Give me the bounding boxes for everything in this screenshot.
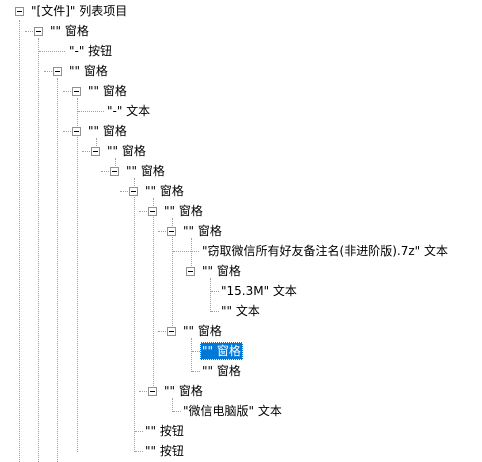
tree-connector bbox=[153, 198, 154, 392]
tree-connector bbox=[25, 31, 33, 32]
tree-connector bbox=[139, 211, 147, 212]
tree-connector bbox=[120, 191, 128, 192]
tree-connector bbox=[101, 171, 109, 172]
tree-node-text[interactable]: "微信电脑版" 文本 bbox=[181, 402, 284, 420]
tree-node-pane[interactable]: "" 窗格 bbox=[181, 222, 224, 240]
tree-node-pane[interactable]: "" 窗格 bbox=[181, 322, 224, 340]
tree-node-button[interactable]: "-" 按钮 bbox=[67, 42, 114, 60]
tree-connector bbox=[191, 338, 192, 372]
tree-node-text[interactable]: "15.3M" 文本 bbox=[219, 282, 299, 300]
collapse-toggle-icon[interactable] bbox=[110, 167, 119, 176]
tree-connector bbox=[63, 131, 71, 132]
collapse-toggle-icon[interactable] bbox=[167, 327, 176, 336]
tree-node-pane[interactable]: "" 窗格 bbox=[86, 82, 129, 100]
tree-node-pane[interactable]: "" 窗格 bbox=[162, 382, 205, 400]
tree-connector bbox=[192, 351, 200, 352]
tree-node-pane[interactable]: "" 窗格 bbox=[124, 162, 167, 180]
tree-connector bbox=[158, 331, 166, 332]
tree-node-text[interactable]: "-" 文本 bbox=[105, 102, 152, 120]
tree-connector bbox=[135, 451, 143, 452]
tree-node-pane[interactable]: "" 窗格 bbox=[48, 22, 91, 40]
tree-connector bbox=[82, 151, 90, 152]
tree-node-pane[interactable]: "" 窗格 bbox=[200, 262, 243, 280]
tree-connector bbox=[211, 291, 219, 292]
tree-connector bbox=[158, 231, 166, 232]
tree-connector bbox=[63, 91, 71, 92]
tree-connector bbox=[77, 98, 78, 452]
tree-connector bbox=[44, 71, 52, 72]
accessibility-tree[interactable]: "[文件]" 列表项目 "" 窗格 "-" 按钮 "" 窗格 "" 窗格 "-"… bbox=[0, 0, 482, 462]
tree-connector bbox=[57, 78, 58, 462]
collapse-toggle-icon[interactable] bbox=[148, 207, 157, 216]
collapse-toggle-icon[interactable] bbox=[15, 7, 24, 16]
collapse-toggle-icon[interactable] bbox=[72, 127, 81, 136]
tree-node-text[interactable]: "" 文本 bbox=[219, 302, 262, 320]
tree-connector bbox=[19, 20, 20, 462]
collapse-toggle-icon[interactable] bbox=[72, 87, 81, 96]
tree-node-pane[interactable]: "" 窗格 bbox=[162, 202, 205, 220]
tree-node-pane-selected[interactable]: "" 窗格 bbox=[200, 342, 243, 360]
tree-connector bbox=[172, 398, 173, 412]
tree-node-pane[interactable]: "" 窗格 bbox=[143, 182, 186, 200]
tree-connector bbox=[39, 51, 65, 52]
collapse-toggle-icon[interactable] bbox=[186, 267, 195, 276]
tree-node-pane[interactable]: "" 窗格 bbox=[67, 62, 110, 80]
tree-connector bbox=[134, 178, 135, 452]
collapse-toggle-icon[interactable] bbox=[53, 67, 62, 76]
tree-connector bbox=[173, 411, 181, 412]
tree-connector bbox=[78, 111, 104, 112]
collapse-toggle-icon[interactable] bbox=[34, 27, 43, 36]
tree-node-list-item[interactable]: "[文件]" 列表项目 bbox=[29, 2, 129, 20]
collapse-toggle-icon[interactable] bbox=[129, 187, 138, 196]
collapse-toggle-icon[interactable] bbox=[167, 227, 176, 236]
tree-node-button[interactable]: "" 按钮 bbox=[143, 422, 186, 440]
tree-connector bbox=[38, 38, 39, 462]
tree-connector bbox=[135, 431, 143, 432]
tree-connector bbox=[192, 371, 200, 372]
tree-connector bbox=[139, 391, 147, 392]
collapse-toggle-icon[interactable] bbox=[91, 147, 100, 156]
tree-node-pane[interactable]: "" 窗格 bbox=[200, 362, 243, 380]
tree-node-pane[interactable]: "" 窗格 bbox=[86, 122, 129, 140]
tree-node-button[interactable]: "" 按钮 bbox=[143, 442, 186, 460]
collapse-toggle-icon[interactable] bbox=[148, 387, 157, 396]
tree-node-pane[interactable]: "" 窗格 bbox=[105, 142, 148, 160]
tree-connector bbox=[210, 278, 211, 312]
tree-connector bbox=[173, 251, 199, 252]
tree-node-text[interactable]: "窃取微信所有好友备注名(非进阶版).7z" 文本 bbox=[200, 242, 450, 260]
tree-connector bbox=[211, 311, 219, 312]
